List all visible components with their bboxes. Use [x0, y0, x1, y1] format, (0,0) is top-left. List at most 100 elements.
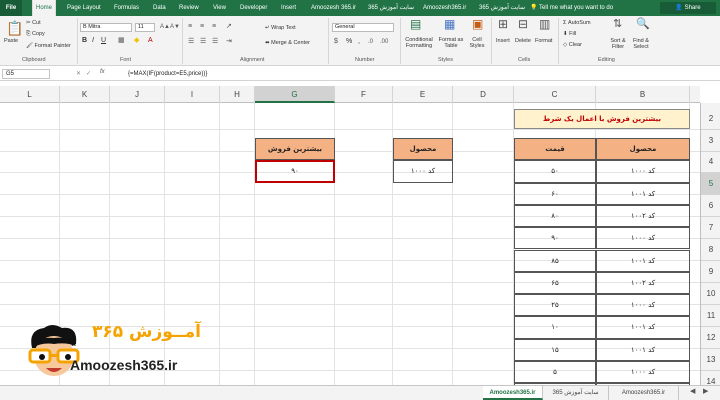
align-right-icon[interactable]: ☰: [212, 38, 218, 46]
column-header-b[interactable]: B: [596, 86, 690, 103]
sheet-tab-amoozesh[interactable]: Amoozesh365.ir: [483, 386, 543, 400]
tab-formulas[interactable]: Formulas: [111, 0, 142, 16]
row-header-4[interactable]: 4: [701, 151, 720, 173]
row-header-3[interactable]: 3: [701, 130, 720, 152]
insert-button[interactable]: Insert: [496, 38, 510, 44]
sort-filter-button[interactable]: Sort & Filter: [606, 38, 630, 50]
bold-button[interactable]: B: [82, 37, 87, 44]
align-middle-icon[interactable]: ≡: [200, 23, 204, 31]
tab-page-layout[interactable]: Page Layout: [64, 0, 104, 16]
column-header-i[interactable]: I: [165, 86, 220, 103]
table-cell-price[interactable]: ۸۵: [514, 249, 596, 272]
indent-icon[interactable]: ⇥: [226, 38, 232, 46]
tab-view[interactable]: View: [210, 0, 229, 16]
insert-function-icon[interactable]: fx: [100, 69, 105, 75]
tab-data[interactable]: Data: [150, 0, 169, 16]
align-left-icon[interactable]: ☰: [188, 38, 194, 46]
tell-me-box[interactable]: 💡 Tell me what you want to do: [530, 0, 613, 16]
row-header-13[interactable]: 13: [701, 349, 720, 371]
result-header[interactable]: بیشترین فروش: [255, 138, 335, 161]
column-header-k[interactable]: K: [60, 86, 110, 103]
row-header-10[interactable]: 10: [701, 283, 720, 305]
clear-button[interactable]: ◇ Clear: [563, 42, 582, 48]
font-color-icon[interactable]: A: [148, 37, 153, 45]
column-header-j[interactable]: J: [110, 86, 165, 103]
find-select-icon[interactable]: 🔍: [636, 19, 650, 30]
align-bottom-icon[interactable]: ≡: [212, 23, 216, 31]
conditional-formatting-icon[interactable]: ▤: [410, 18, 421, 30]
name-box[interactable]: G5: [2, 69, 50, 79]
table-cell-product[interactable]: کد ۱۰۰۰: [596, 227, 690, 250]
paste-icon[interactable]: 📋: [6, 21, 23, 35]
increase-decimal-icon[interactable]: .0: [368, 38, 373, 46]
table-cell-price[interactable]: ۲۵: [514, 294, 596, 317]
table-cell-price[interactable]: ۶۰: [514, 182, 596, 205]
row-header-12[interactable]: 12: [701, 327, 720, 349]
format-cells-icon[interactable]: ▥: [539, 18, 550, 30]
table-cell-price[interactable]: ۶۵: [514, 271, 596, 295]
insert-cells-icon[interactable]: ⊞: [498, 18, 508, 30]
scroll-left-icon[interactable]: ◀: [690, 388, 695, 396]
column-header-f[interactable]: F: [335, 86, 393, 103]
sort-filter-icon[interactable]: ⇅: [613, 19, 622, 30]
tab-insert[interactable]: Insert: [278, 0, 299, 16]
underline-button[interactable]: U: [101, 37, 106, 44]
table-cell-product[interactable]: کد ۱۰۰۲: [596, 204, 690, 228]
table-cell-product[interactable]: کد ۱۰۰۰: [596, 361, 690, 384]
border-icon[interactable]: ▦: [118, 37, 125, 45]
tab-home[interactable]: Home: [32, 0, 57, 17]
scroll-right-icon[interactable]: ▶: [703, 388, 708, 396]
tab-file[interactable]: File: [0, 0, 22, 16]
tab-amoozesh-1[interactable]: Amoozesh 365.ir: [308, 0, 359, 16]
table-cell-product[interactable]: کد ۱۰۰۱: [596, 249, 690, 272]
currency-icon[interactable]: $: [334, 38, 338, 46]
tab-review[interactable]: Review: [176, 0, 202, 16]
format-painter-button[interactable]: 🖌 Format Painter: [26, 43, 71, 49]
column-header-d[interactable]: D: [453, 86, 514, 103]
fill-button[interactable]: ⬇ Fill: [563, 31, 576, 37]
table-cell-price[interactable]: ۱۰: [514, 316, 596, 339]
delete-cells-icon[interactable]: ⊟: [518, 18, 528, 30]
tab-developer[interactable]: Developer: [237, 0, 270, 16]
percent-button[interactable]: %: [346, 38, 352, 45]
table-cell-price[interactable]: ۱۵: [514, 338, 596, 361]
table-cell-product[interactable]: کد ۱۰۰۱: [596, 182, 690, 205]
criteria-cell[interactable]: کد ۱۰۰۰: [393, 160, 453, 183]
table-cell-price[interactable]: ۵: [514, 361, 596, 384]
worksheet-grid[interactable]: بیشترین فروش با اعمال یک شرط محصول قیمت کد …: [0, 103, 700, 385]
cancel-icon[interactable]: ✕: [76, 70, 81, 78]
table-cell-product[interactable]: کد ۱۰۰۱: [596, 338, 690, 361]
table-cell-price[interactable]: ۸۰: [514, 204, 596, 228]
table-cell-price[interactable]: ۵۰: [514, 160, 596, 183]
column-header-h[interactable]: H: [220, 86, 255, 103]
column-header-c[interactable]: C: [514, 86, 596, 103]
font-size-box[interactable]: 11: [135, 23, 155, 32]
sheet-tab-site[interactable]: سایت آموزش 365: [543, 386, 609, 400]
column-header-e[interactable]: E: [393, 86, 453, 103]
paste-label[interactable]: Paste: [4, 38, 18, 44]
delete-button[interactable]: Delete: [515, 38, 531, 44]
fill-color-icon[interactable]: ◆: [134, 37, 139, 45]
table-cell-product[interactable]: کد ۱۰۰۱: [596, 316, 690, 339]
table-header-price[interactable]: قیمت: [514, 138, 596, 161]
format-as-table-button[interactable]: Format as Table: [437, 37, 465, 49]
cell-styles-button[interactable]: Cell Styles: [466, 37, 488, 49]
font-name-box[interactable]: B Mitra: [80, 23, 132, 32]
column-header-g[interactable]: G: [255, 86, 335, 103]
orientation-icon[interactable]: ↗: [226, 23, 232, 31]
table-header-product[interactable]: محصول: [596, 138, 690, 161]
table-cell-price[interactable]: ۹۰: [514, 227, 596, 250]
table-cell-product[interactable]: کد ۱۰۰۰: [596, 294, 690, 317]
row-header-11[interactable]: 11: [701, 305, 720, 327]
grow-font-icon[interactable]: A▲: [160, 23, 170, 31]
number-format-box[interactable]: General: [332, 23, 394, 32]
formula-input[interactable]: {=MAX(IF(product=E5,price))}: [128, 69, 207, 79]
row-header-6[interactable]: 6: [701, 195, 720, 217]
comma-button[interactable]: ,: [358, 38, 360, 45]
enter-icon[interactable]: ✓: [86, 70, 91, 78]
sheet-title[interactable]: بیشترین فروش با اعمال یک شرط: [514, 109, 690, 129]
tab-site-1[interactable]: سایت آموزش 365: [365, 0, 417, 16]
format-button[interactable]: Format: [535, 38, 552, 44]
cell-styles-icon[interactable]: ▣: [472, 18, 483, 30]
table-cell-product[interactable]: کد ۱۰۰۰: [596, 160, 690, 183]
